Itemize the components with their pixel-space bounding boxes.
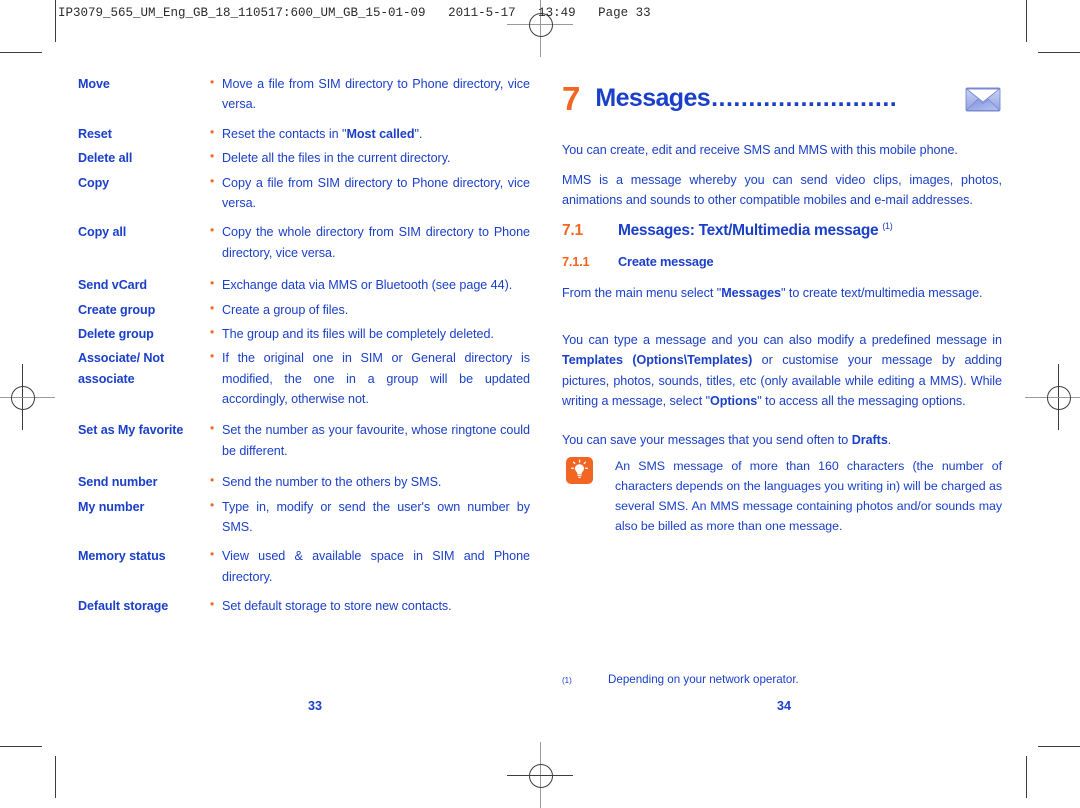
definition-description: Move a file from SIM directory to Phone … <box>210 73 530 115</box>
definition-description: Create a group of files. <box>210 298 530 320</box>
lightbulb-tip-icon <box>566 457 593 484</box>
definition-term: Move <box>78 77 110 91</box>
definition-term: Copy <box>78 175 110 190</box>
definition-description: Exchange data via MMS or Bluetooth (see … <box>210 274 530 295</box>
definition-term: Reset <box>78 126 112 141</box>
table-row: My number Type in, modify or send the us… <box>78 496 530 538</box>
body-paragraph-3: You can save your messages that you send… <box>562 430 1002 450</box>
section-title: Messages: Text/Multimedia message (1) <box>618 221 893 240</box>
table-row: Send number Send the number to the other… <box>78 471 530 492</box>
definition-description: Reset the contacts in "Most called". <box>210 123 530 144</box>
definition-description: Set default storage to store new contact… <box>210 595 530 616</box>
definition-term: Send number <box>78 475 158 490</box>
definition-term: Default storage <box>78 599 169 614</box>
crop-mark-bottom-left-horizontal <box>0 746 42 747</box>
definition-description: Copy a file from SIM directory to Phone … <box>210 172 530 214</box>
page-number-right: 34 <box>776 699 791 713</box>
definition-description: Send the number to the others by SMS. <box>210 471 530 492</box>
definition-term: Send vCard <box>78 278 147 293</box>
definition-description: Set the number as your favourite, whose … <box>210 419 530 461</box>
crop-mark-bottom-right-horizontal <box>1038 746 1080 747</box>
definition-description: If the original one in SIM or General di… <box>210 347 530 409</box>
text-emphasis: Drafts <box>851 433 888 447</box>
table-row: Move Move a file from SIM directory to P… <box>78 73 530 115</box>
definition-description: Copy the whole directory from SIM direct… <box>210 221 530 263</box>
text-emphasis-templates: Templates (Options\Templates) <box>562 353 753 368</box>
table-row: Send vCard Exchange data via MMS or Blue… <box>78 274 530 295</box>
table-row: Reset Reset the contacts in "Most called… <box>78 123 530 144</box>
section-title-text: Messages: Text/Multimedia message <box>618 222 879 240</box>
tip-text: An SMS message of more than 160 characte… <box>615 459 1002 534</box>
text-pre: From the main menu select " <box>562 286 722 300</box>
table-row: Delete all Delete all the files in the c… <box>78 147 530 168</box>
body-paragraph-1: From the main menu select "Messages" to … <box>562 283 1002 303</box>
tip-note: An SMS message of more than 160 characte… <box>566 456 1002 536</box>
definition-description: The group and its files will be complete… <box>210 323 530 344</box>
definition-term: Delete group <box>78 326 154 341</box>
subsection-title: Create message <box>618 254 714 269</box>
footnote-marker: (1) <box>882 221 893 231</box>
definition-description: Type in, modify or send the user's own n… <box>210 496 530 538</box>
definition-term: Associate/ Not associate <box>78 351 165 386</box>
footnote: (1) Depending on your network operator. <box>562 673 1002 686</box>
text-post: " to create text/multimedia message. <box>781 286 983 300</box>
definition-term: Copy all <box>78 225 127 240</box>
table-row: Default storage Set default storage to s… <box>78 595 530 616</box>
section-heading-7-1: 7.1 Messages: Text/Multimedia message (1… <box>562 221 1002 240</box>
intro-paragraph-1: You can create, edit and receive SMS and… <box>562 143 958 157</box>
footnote-text: Depending on your network operator. <box>608 673 799 686</box>
text-emphasis: Messages <box>721 286 782 300</box>
slug-line: IP3079_565_UM_Eng_GB_18_110517:600_UM_GB… <box>58 6 651 20</box>
intro-paragraph-2: MMS is a message whereby you can send vi… <box>562 173 1002 208</box>
definition-term: Set as My favorite <box>78 423 184 438</box>
footnote-marker: (1) <box>562 676 572 685</box>
table-row: Memory status View used & available spac… <box>78 545 530 587</box>
chapter-heading: 7 Messages ......................... <box>562 82 1002 115</box>
definition-term: My number <box>78 499 145 514</box>
definition-term: Create group <box>78 302 156 317</box>
definition-description: View used & available space in SIM and P… <box>210 545 530 587</box>
crop-mark-top-left-vertical <box>55 0 56 42</box>
table-row: Create group Create a group of files. <box>78 298 530 320</box>
table-row: Delete group The group and its files wil… <box>78 323 530 344</box>
text-post: . <box>887 433 892 447</box>
text-seg-3: " to access all the messaging options. <box>757 394 966 409</box>
text-seg-1: You can type a message and you can also … <box>562 333 1002 347</box>
crop-mark-top-right-horizontal <box>1038 52 1080 53</box>
crop-mark-top-left-horizontal <box>0 52 42 53</box>
body-paragraph-2: You can type a message and you can also … <box>562 330 1002 412</box>
envelope-icon <box>964 84 1002 114</box>
definition-description: Delete all the files in the current dire… <box>210 147 530 168</box>
subsection-number: 7.1.1 <box>562 254 590 269</box>
options-definition-list: Move Move a file from SIM directory to P… <box>78 73 530 626</box>
page-title: Messages <box>595 84 711 112</box>
section-number: 7.1 <box>562 222 583 240</box>
crop-mark-bottom-left-vertical <box>55 756 56 798</box>
chapter-leader-dots: ......................... <box>711 86 898 111</box>
text-emphasis-options: Options <box>710 394 758 409</box>
chapter-number: 7 <box>562 80 580 117</box>
crop-mark-bottom-right-vertical <box>1026 756 1027 798</box>
subsection-heading-7-1-1: 7.1.1 Create message <box>562 254 1002 269</box>
table-row: Copy all Copy the whole directory from S… <box>78 221 530 263</box>
table-row: Associate/ Not associate If the original… <box>78 347 530 409</box>
text-emphasis: Most called <box>346 126 415 141</box>
page-number-left: 33 <box>307 699 322 713</box>
table-row: Copy Copy a file from SIM directory to P… <box>78 172 530 214</box>
table-row: Set as My favorite Set the number as you… <box>78 419 530 461</box>
text-pre: Reset the contacts in " <box>222 126 347 141</box>
definition-term: Memory status <box>78 549 166 564</box>
text-post: ". <box>414 126 423 141</box>
crop-mark-top-right-vertical <box>1026 0 1027 42</box>
text-pre: You can save your messages that you send… <box>562 433 852 447</box>
definition-term: Delete all <box>78 151 133 166</box>
